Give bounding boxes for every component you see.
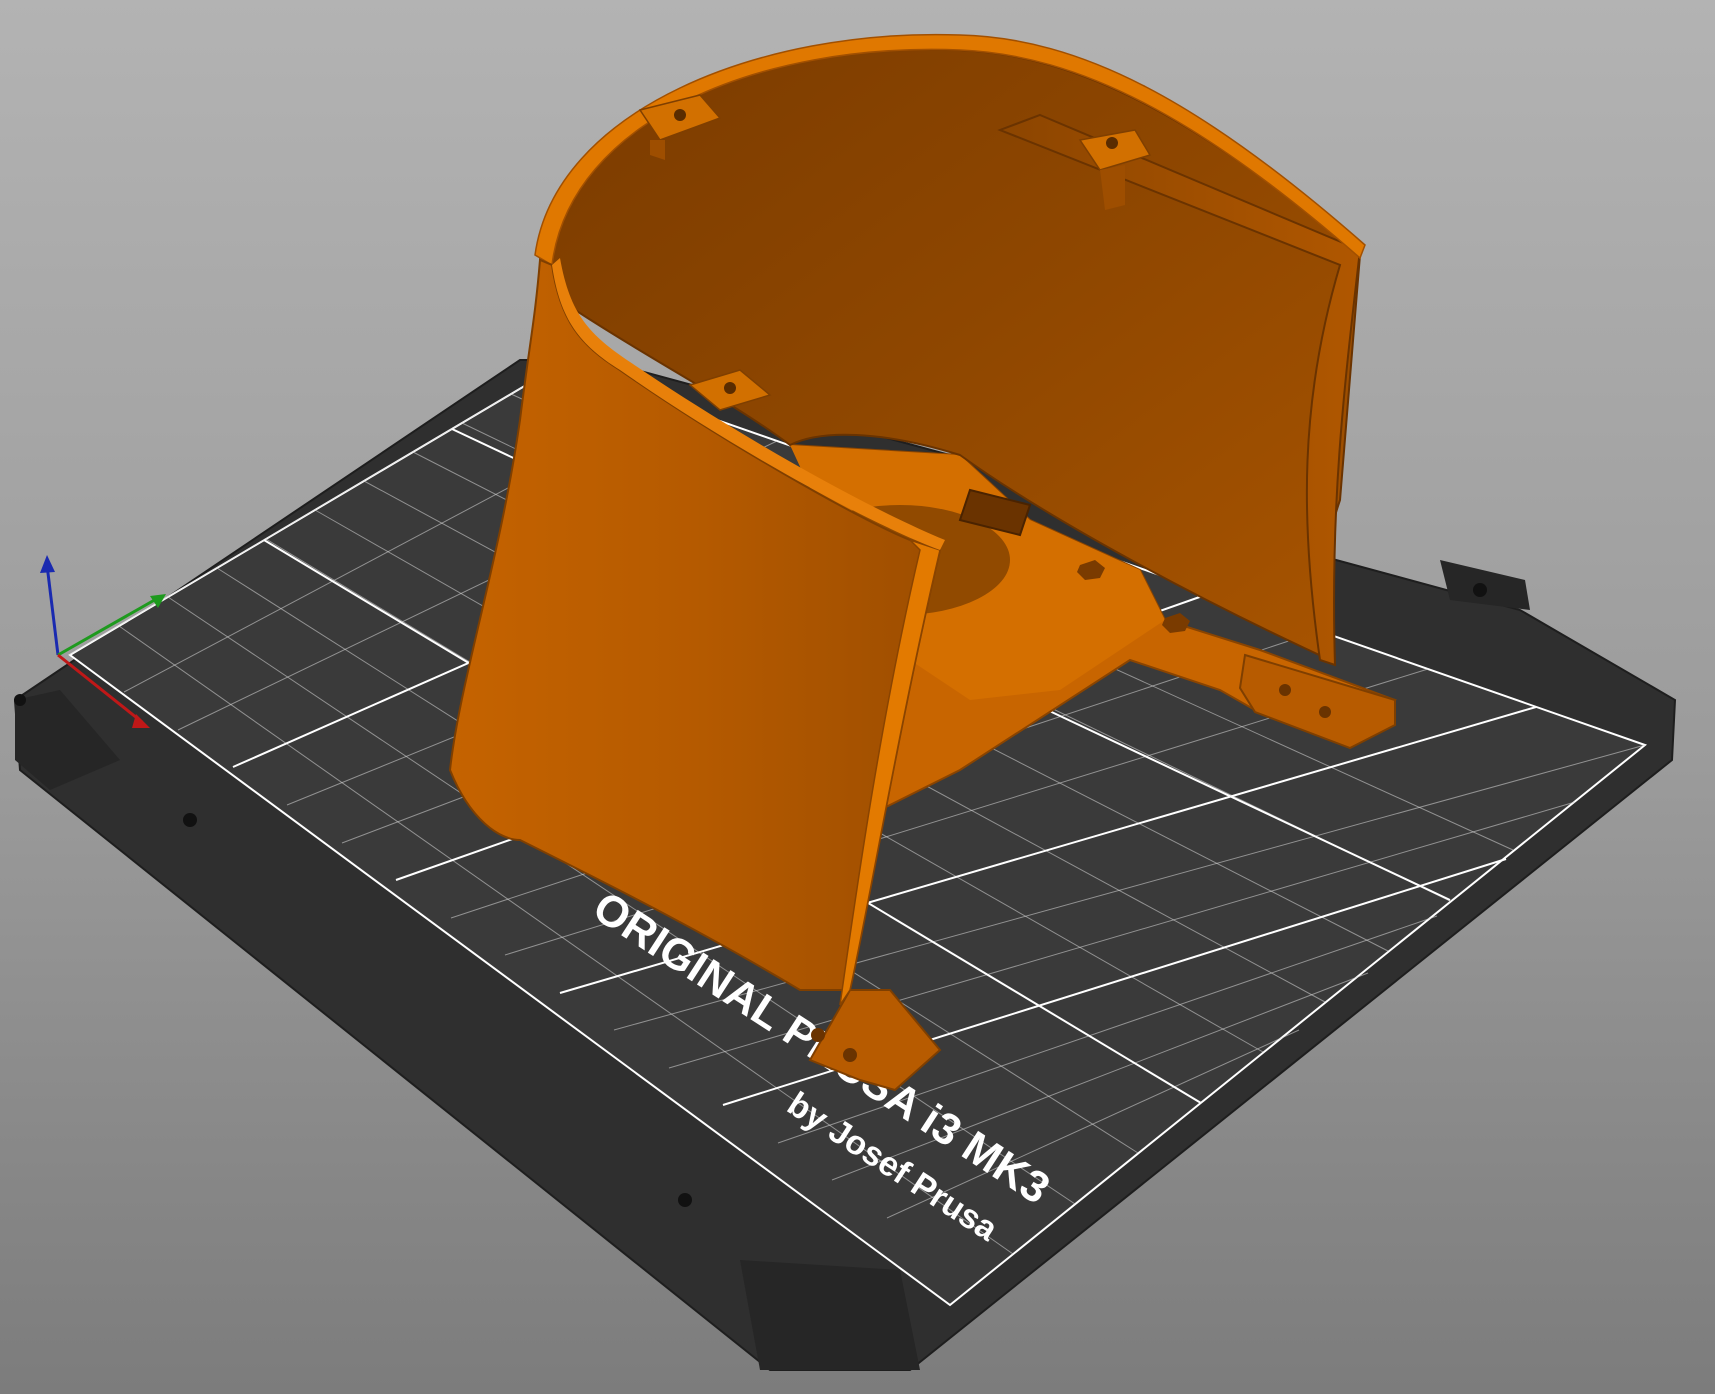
bed-hole — [183, 813, 197, 827]
model-screw-hole — [1279, 684, 1291, 696]
bed-ear-bottom — [740, 1260, 920, 1370]
model-screw-hole — [1319, 706, 1331, 718]
model-screw-hole — [843, 1048, 857, 1062]
bed-hole — [1473, 583, 1487, 597]
z-axis — [45, 564, 60, 656]
3d-viewport[interactable]: ORIGINAL PRUSA i3 MK3 by Josef Prusa — [0, 0, 1715, 1394]
model-screw-hole — [811, 1028, 825, 1042]
z-axis-arrow — [40, 555, 55, 573]
bed-hole — [678, 1193, 692, 1207]
scene-canvas[interactable]: ORIGINAL PRUSA i3 MK3 by Josef Prusa — [0, 0, 1715, 1394]
bed-hole — [14, 694, 26, 706]
